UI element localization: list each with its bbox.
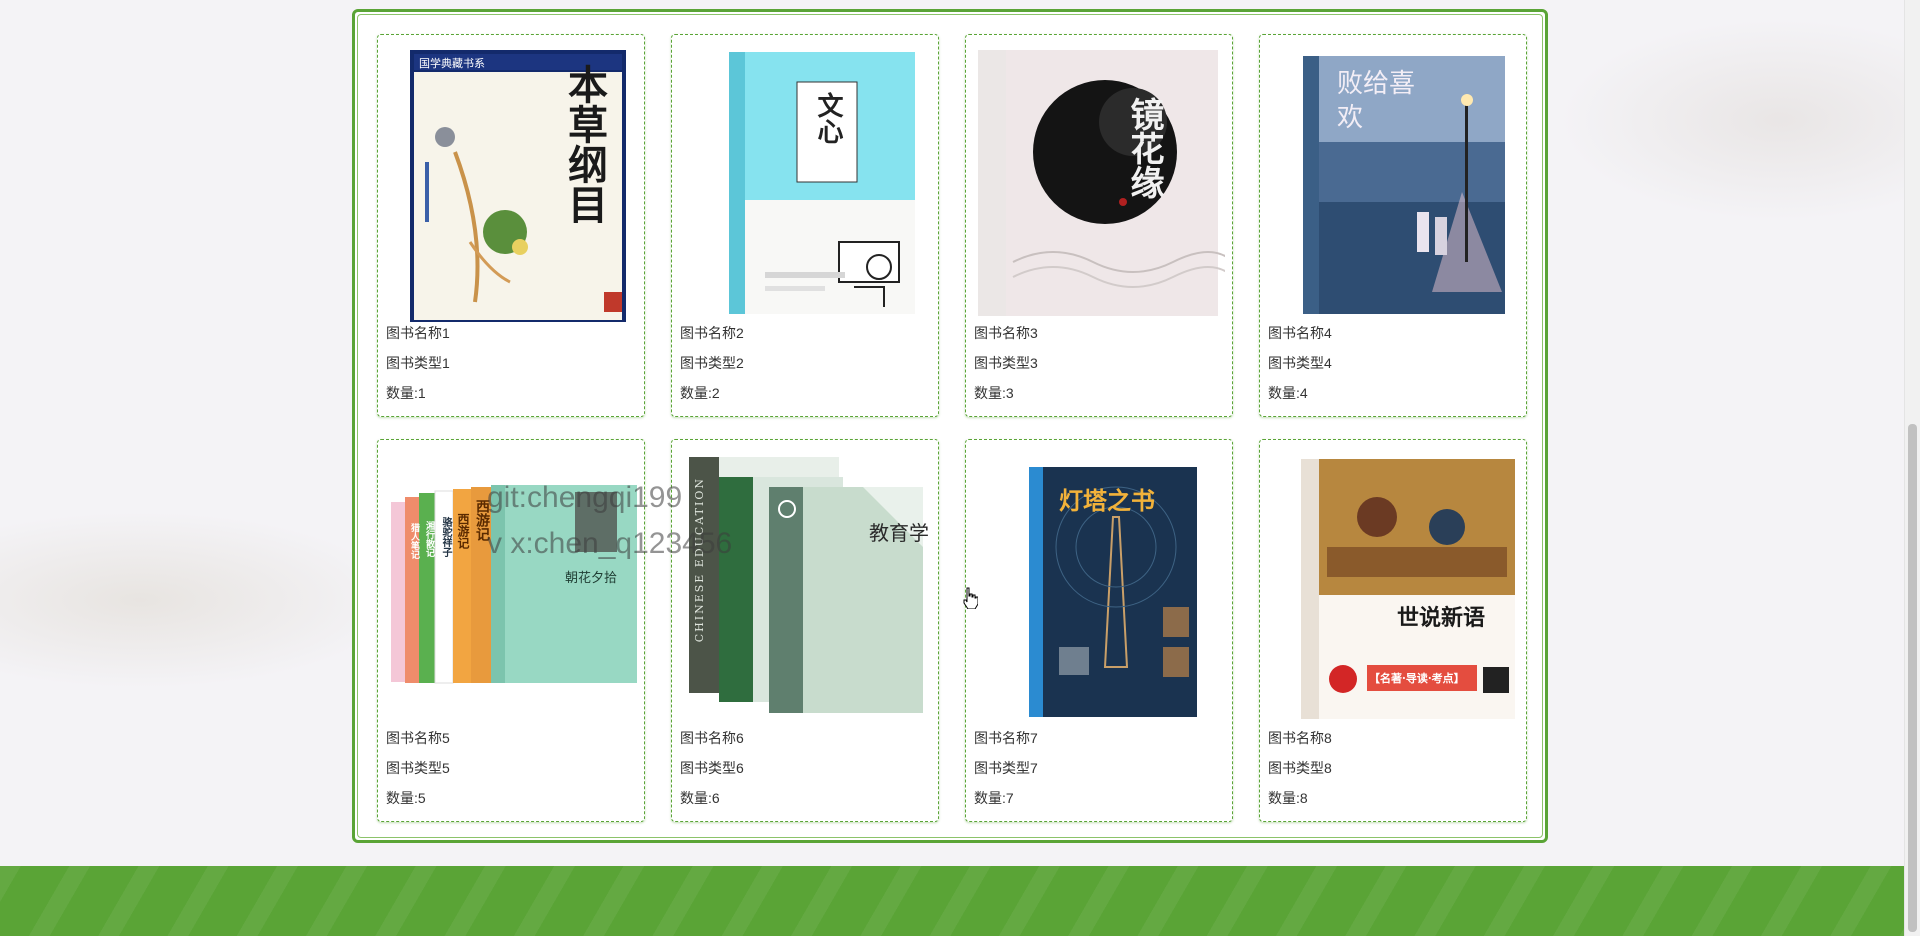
book-cover-8[interactable]: 世说新语 【名著·导读·考点】 [1267, 447, 1519, 727]
book-type: 图书类型2 [680, 355, 744, 371]
watermark-line-2: v x:chen_q123456 [487, 527, 733, 560]
book-cover-1[interactable]: 本草纲目 国学典藏书系 [385, 42, 637, 322]
book-type: 图书类型8 [1268, 760, 1332, 776]
cover-title: 教育学 [869, 521, 929, 545]
book-quantity: 数量:8 [1268, 790, 1308, 806]
cover-spine: 骆驼祥子 [440, 517, 451, 557]
watermark-line-1: git:chengqi199 [487, 481, 683, 514]
cover-spine: 猎人笔记 [409, 523, 419, 559]
book-type: 图书类型4 [1268, 355, 1332, 371]
cover-title: 灯塔之书 [1059, 486, 1155, 515]
book-quantity: 数量:5 [386, 790, 426, 806]
book-type: 图书类型6 [680, 760, 744, 776]
book-name: 图书名称8 [1268, 730, 1332, 746]
book-card-4[interactable]: 败给喜欢 图书名称4 图书类型4 数量:4 [1259, 34, 1527, 417]
cover-badge: 【名著·导读·考点】 [1369, 672, 1465, 685]
book-card-8[interactable]: 世说新语 【名著·导读·考点】 图书名称8 图书类型8 数量:8 [1259, 439, 1527, 822]
book-type: 图书类型1 [386, 355, 450, 371]
cover-spine: 湘行散记 [424, 521, 434, 557]
book-quantity: 数量:2 [680, 385, 720, 401]
book-name: 图书名称6 [680, 730, 744, 746]
book-name: 图书名称5 [386, 730, 450, 746]
book-cover-6[interactable]: 教育学 CHINESE EDUCATION [679, 447, 931, 727]
book-card-1[interactable]: 本草纲目 国学典藏书系 图书名称1 图书类型1 数量:1 [377, 34, 645, 417]
cover-spine: 西游记 [456, 513, 470, 549]
book-cover-7[interactable]: 灯塔之书 [973, 447, 1225, 727]
page-footer [0, 866, 1905, 936]
book-name: 图书名称4 [1268, 325, 1332, 341]
cover-title: 朝花夕拾 [565, 571, 618, 586]
book-name: 图书名称2 [680, 325, 744, 341]
book-card-6[interactable]: 教育学 CHINESE EDUCATION 图书名称6 图书类型6 数量:6 [671, 439, 939, 822]
cover-title: 本草纲目 [561, 64, 608, 224]
book-name: 图书名称7 [974, 730, 1038, 746]
book-quantity: 数量:4 [1268, 385, 1308, 401]
book-type: 图书类型7 [974, 760, 1038, 776]
vertical-scrollbar[interactable] [1904, 0, 1920, 936]
book-name: 图书名称1 [386, 325, 450, 341]
book-quantity: 数量:7 [974, 790, 1014, 806]
book-type: 图书类型5 [386, 760, 450, 776]
book-quantity: 数量:3 [974, 385, 1014, 401]
book-card-3[interactable]: 镜花缘 图书名称3 图书类型3 数量:3 [965, 34, 1233, 417]
book-cover-4[interactable]: 败给喜欢 [1267, 42, 1519, 322]
book-cover-2[interactable]: 文心 [679, 42, 931, 322]
cover-series: 国学典藏书系 [419, 57, 485, 70]
cover-title: 世说新语 [1397, 605, 1486, 631]
book-quantity: 数量:1 [386, 385, 426, 401]
book-card-7[interactable]: 灯塔之书 图书名称7 图书类型7 数量:7 [965, 439, 1233, 822]
book-quantity: 数量:6 [680, 790, 720, 806]
cover-title: 败给喜欢 [1337, 69, 1416, 133]
book-card-2[interactable]: 文心 图书名称2 图书类型2 数量:2 [671, 34, 939, 417]
cover-title: 镜花缘 [1124, 97, 1164, 199]
book-name: 图书名称3 [974, 325, 1038, 341]
cover-title: 文心 [813, 92, 843, 144]
scrollbar-thumb[interactable] [1908, 424, 1917, 932]
book-type: 图书类型3 [974, 355, 1038, 371]
book-cover-3[interactable]: 镜花缘 [973, 42, 1225, 322]
hand-cursor-icon [963, 587, 978, 609]
